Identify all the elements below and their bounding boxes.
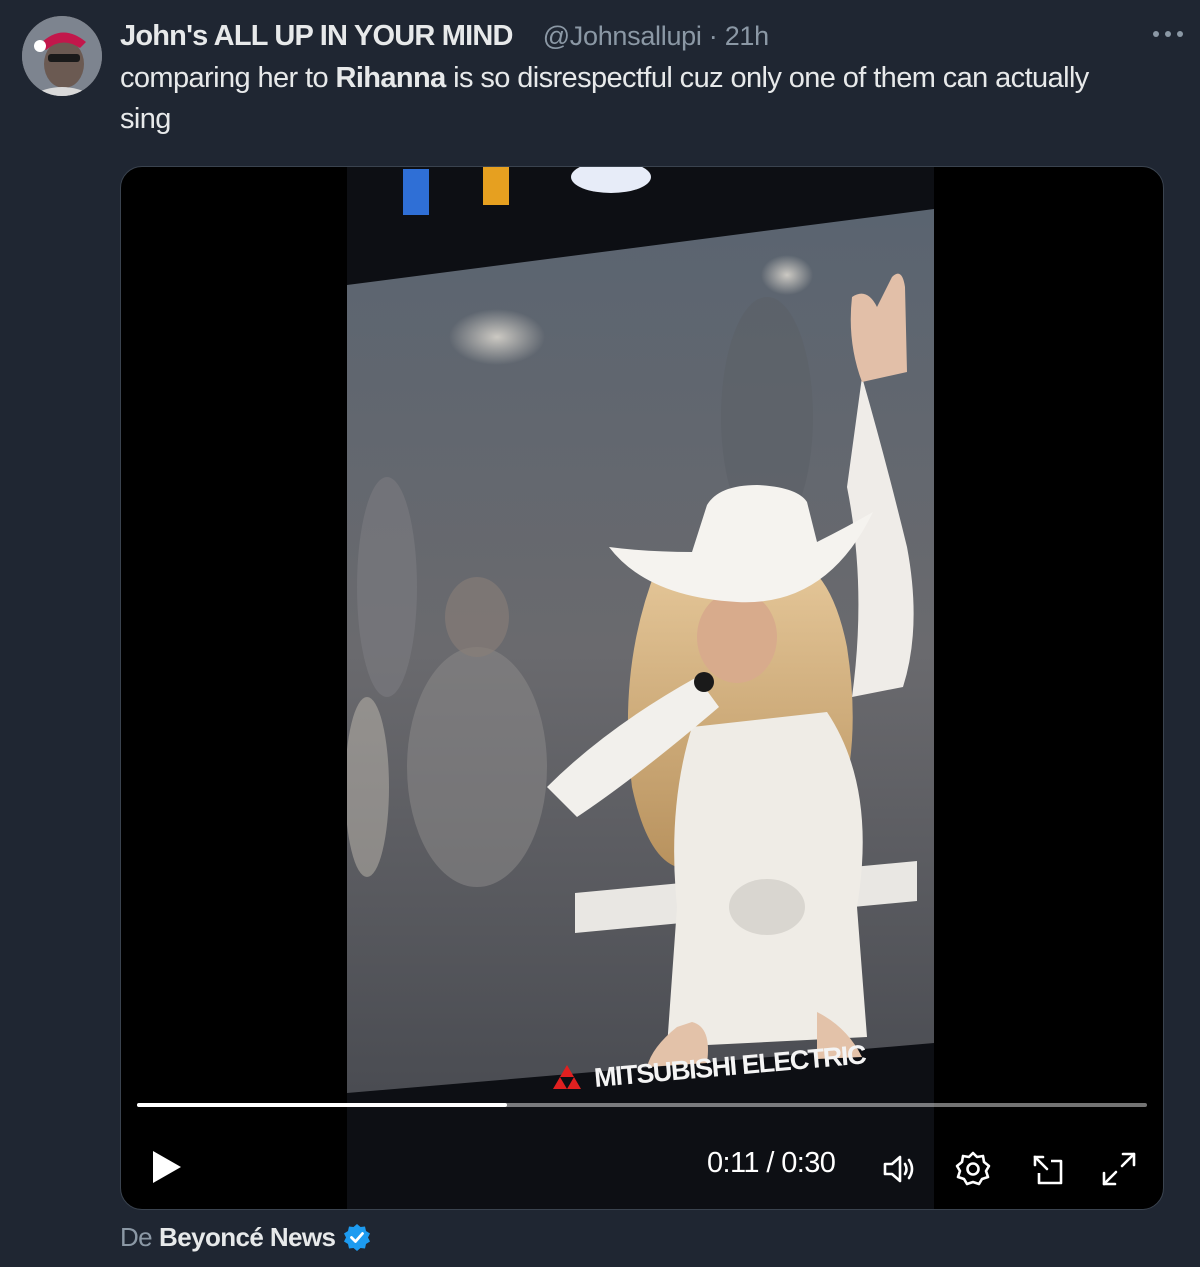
- avatar[interactable]: [22, 16, 102, 96]
- fullscreen-button[interactable]: [1099, 1149, 1139, 1189]
- current-time: 0:11: [707, 1147, 759, 1179]
- timestamp[interactable]: 21h: [725, 21, 769, 51]
- video-attribution: De Beyoncé News: [120, 1220, 371, 1254]
- progress-bar[interactable]: [137, 1103, 1147, 1107]
- tweet: John's ALL UP IN YOUR MIND @Johnsallupi …: [0, 0, 1200, 1267]
- mention-rihanna: Rihanna: [335, 62, 446, 94]
- tweet-text-part: comparing her to: [120, 62, 336, 94]
- volume-button[interactable]: [879, 1149, 919, 1189]
- handle-and-time: @Johnsallupi · 21h: [543, 21, 769, 52]
- settings-icon: [955, 1151, 991, 1186]
- tweet-header: John's ALL UP IN YOUR MIND @Johnsallupi …: [120, 18, 1180, 54]
- attribution-source[interactable]: Beyoncé News: [159, 1222, 336, 1253]
- display-name[interactable]: John's ALL UP IN YOUR MIND: [120, 20, 513, 53]
- ellipsis-icon: [1153, 31, 1183, 37]
- duration: 0:30: [781, 1147, 836, 1179]
- settings-button[interactable]: [953, 1149, 993, 1189]
- dock-icon: [1033, 1155, 1063, 1185]
- time-display: 0:11 / 0:30: [707, 1147, 836, 1179]
- video-frame[interactable]: MITSUBISHI ELECTRIC: [347, 167, 934, 1209]
- play-button[interactable]: [147, 1147, 187, 1187]
- video-controls: 0:11 / 0:30: [121, 1135, 1163, 1195]
- verified-badge-icon: [344, 1224, 371, 1251]
- video-player[interactable]: MITSUBISHI ELECTRIC 0:11 / 0:30: [120, 166, 1164, 1210]
- separator: ·: [708, 20, 718, 51]
- progress-fill: [137, 1103, 507, 1107]
- play-icon: [153, 1151, 181, 1183]
- more-options-button[interactable]: [1148, 14, 1188, 54]
- fullscreen-icon: [1102, 1152, 1136, 1186]
- attribution-prefix: De: [120, 1221, 153, 1252]
- dock-button[interactable]: [1027, 1149, 1067, 1189]
- volume-icon: [883, 1155, 914, 1183]
- handle[interactable]: @Johnsallupi: [543, 21, 702, 51]
- tweet-text: comparing her to Rihanna is so disrespec…: [120, 58, 1140, 140]
- avatar-image: [22, 16, 102, 96]
- video-still: MITSUBISHI ELECTRIC: [347, 167, 934, 1209]
